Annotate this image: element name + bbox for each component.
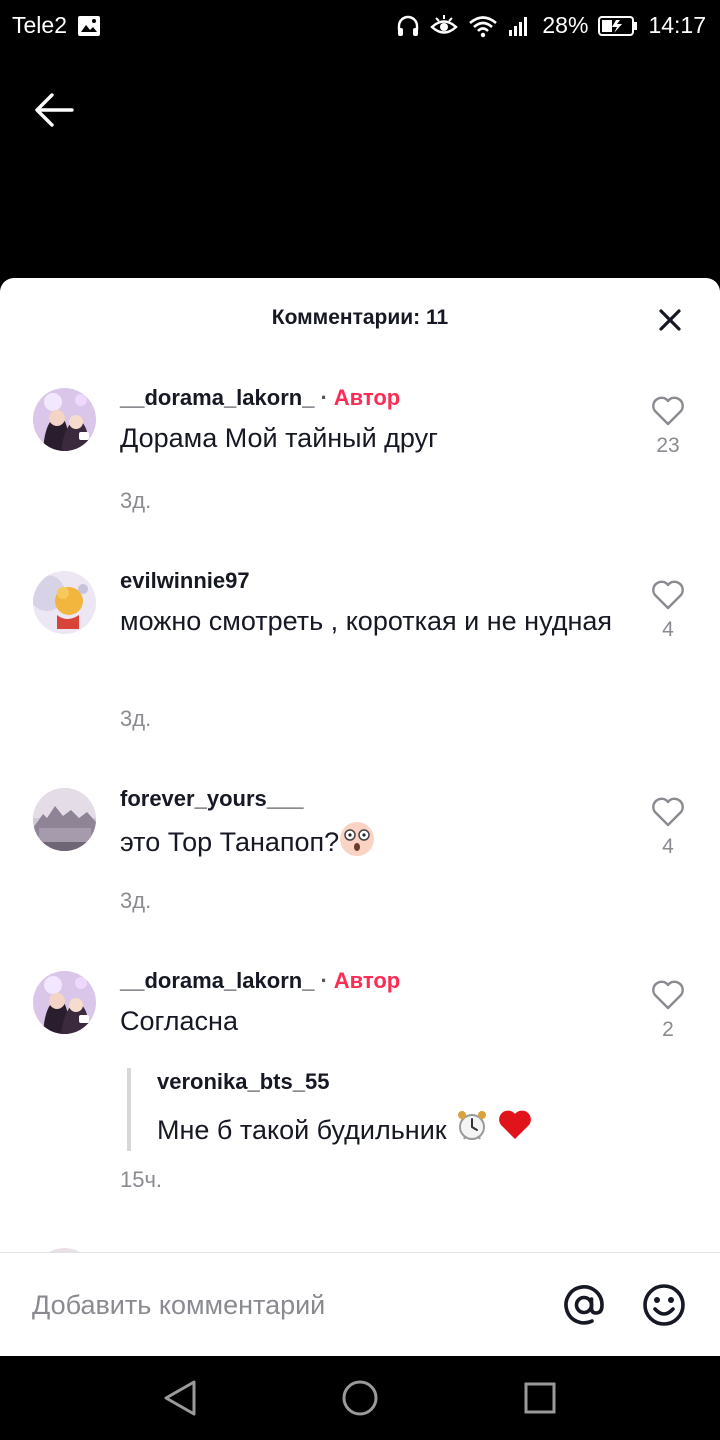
- headphones-icon: [396, 14, 420, 38]
- battery-percent: 28%: [542, 12, 589, 38]
- separator-dot: ·: [320, 385, 328, 410]
- comment-time: 15ч.: [120, 1167, 163, 1192]
- like-button[interactable]: 23: [646, 396, 690, 458]
- sheet-header: Комментарии: 11: [0, 278, 720, 358]
- status-left: Tele2: [12, 12, 101, 39]
- like-count: 4: [662, 835, 674, 858]
- nav-home-button[interactable]: [338, 1376, 382, 1420]
- smiley-face-icon: [643, 1284, 685, 1326]
- reply-text: Мне б такой будильник: [157, 1108, 607, 1151]
- heart-icon: [652, 396, 684, 426]
- emoji-button[interactable]: [640, 1281, 688, 1329]
- wifi-icon: [468, 14, 498, 38]
- username-text[interactable]: evilwinnie97: [120, 568, 250, 593]
- like-button[interactable]: 4: [646, 797, 690, 859]
- comment-input-bar: [0, 1252, 720, 1356]
- comments-title: Комментарии: 11: [271, 306, 449, 329]
- avatar[interactable]: [33, 788, 96, 851]
- signal-icon: [508, 15, 532, 37]
- comment-text: Согласна: [120, 1006, 238, 1036]
- heart-icon: [652, 980, 684, 1010]
- comment-text: можно смотреть , короткая и не нудная: [120, 606, 612, 636]
- comment-username[interactable]: evilwinnie97: [120, 567, 630, 595]
- like-count: 23: [656, 434, 680, 457]
- astonished-face-icon: [339, 821, 375, 867]
- at-sign-icon: [564, 1285, 604, 1325]
- username-text[interactable]: __dorama_lakorn_: [120, 968, 314, 993]
- red-heart-icon: [497, 1109, 533, 1150]
- carrier-label: Tele2: [12, 12, 67, 38]
- mention-button[interactable]: [560, 1281, 608, 1329]
- reply-username[interactable]: veronika_bts_55: [157, 1068, 607, 1096]
- like-button[interactable]: 2: [646, 980, 690, 1042]
- comment-username[interactable]: forever_yours___: [120, 785, 630, 813]
- author-badge: Автор: [333, 968, 401, 993]
- circle-home-icon: [342, 1380, 378, 1416]
- avatar[interactable]: [33, 971, 96, 1034]
- comment-username[interactable]: __dorama_lakorn_ · Автор: [120, 384, 630, 412]
- alarm-clock-icon: [455, 1108, 489, 1151]
- like-count: 2: [662, 1018, 674, 1041]
- heart-icon: [652, 580, 684, 610]
- battery-icon: [598, 15, 638, 37]
- triangle-back-icon: [164, 1380, 196, 1416]
- comment-username[interactable]: __dorama_lakorn_ · Автор: [120, 967, 630, 995]
- close-button[interactable]: [650, 300, 690, 340]
- author-badge: Автор: [333, 385, 401, 410]
- comment-text: Дорама Мой тайный друг: [120, 423, 438, 453]
- heart-icon: [652, 797, 684, 827]
- close-icon: [659, 309, 681, 331]
- comment-time: 3д.: [120, 488, 152, 513]
- avatar[interactable]: [33, 571, 96, 634]
- status-right: 28% 14:17: [396, 12, 706, 39]
- comments-sheet: Комментарии: 11 __dorama_lakorn_ · Автор Д…: [0, 278, 720, 1356]
- gallery-icon: [77, 15, 101, 37]
- reply-text-content: Мне б такой будильник: [157, 1114, 447, 1145]
- system-nav-bar: [0, 1356, 720, 1440]
- reply-quote: veronika_bts_55 Мне б такой будильник: [127, 1068, 607, 1151]
- comment-input[interactable]: [32, 1281, 532, 1329]
- nav-recents-button[interactable]: [518, 1376, 562, 1420]
- comment-time: 3д.: [120, 706, 152, 731]
- nav-back-button[interactable]: [158, 1376, 202, 1420]
- like-button[interactable]: 4: [646, 580, 690, 642]
- clock-time: 14:17: [648, 12, 706, 38]
- username-text[interactable]: forever_yours___: [120, 786, 303, 811]
- eye-icon: [430, 14, 459, 38]
- back-button[interactable]: [30, 86, 78, 134]
- like-count: 4: [662, 618, 674, 641]
- status-bar: Tele2 28% 14:17: [0, 0, 720, 50]
- avatar[interactable]: [33, 388, 96, 451]
- separator-dot: ·: [320, 968, 328, 993]
- comment-text: это Тор Танапоп?: [120, 821, 630, 867]
- comment-time: 3д.: [120, 888, 152, 913]
- square-recents-icon: [524, 1382, 556, 1414]
- arrow-left-icon: [35, 93, 74, 127]
- username-text[interactable]: __dorama_lakorn_: [120, 385, 314, 410]
- comment-text-content: это Тор Танапоп?: [120, 827, 340, 858]
